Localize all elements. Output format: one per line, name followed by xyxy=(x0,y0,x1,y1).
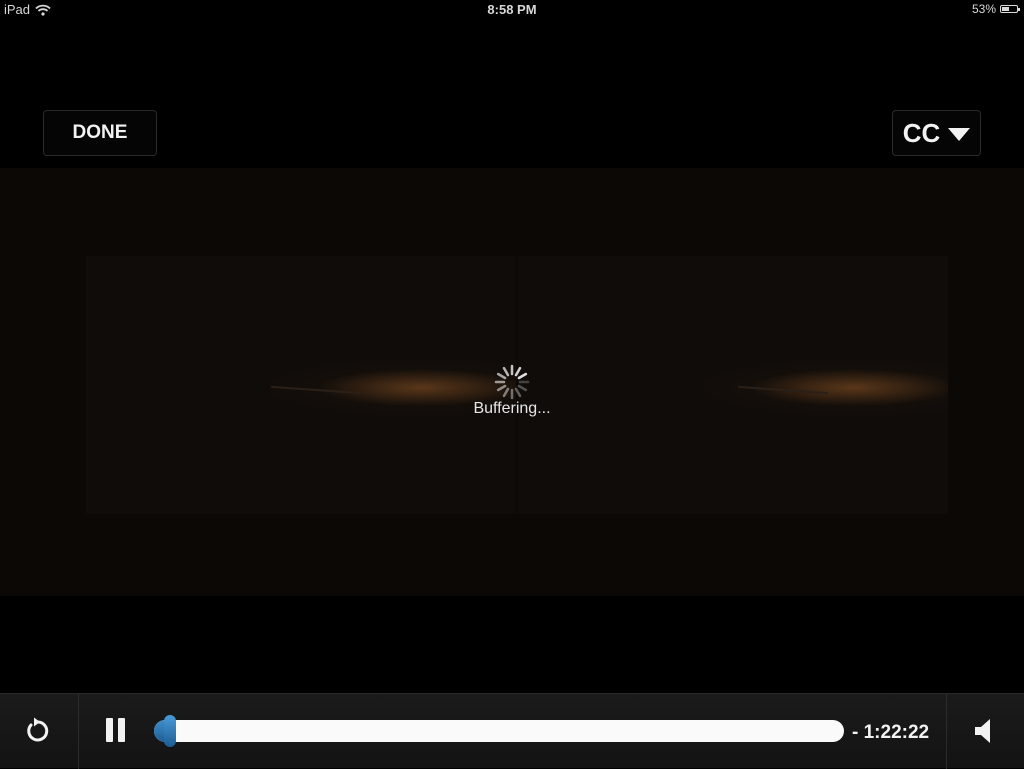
battery-level xyxy=(1002,7,1009,11)
video-panel-right xyxy=(518,256,948,514)
battery-percent: 53% xyxy=(971,2,996,16)
volume-icon[interactable] xyxy=(970,714,1000,748)
video-panel-left xyxy=(86,256,516,514)
done-button[interactable]: DONE xyxy=(43,110,157,156)
status-bar: iPad 8:58 PM 53% xyxy=(0,0,1024,20)
done-label: DONE xyxy=(72,122,128,143)
pause-icon xyxy=(106,718,113,742)
video-detail xyxy=(271,385,361,395)
status-right: 53% xyxy=(971,2,1020,16)
chevron-down-icon xyxy=(948,128,971,141)
scrubber-thumb[interactable] xyxy=(164,715,176,747)
divider xyxy=(78,694,79,769)
buffering-text: Buffering... xyxy=(473,400,551,417)
status-time: 8:58 PM xyxy=(487,2,537,17)
closed-captions-button[interactable]: CC xyxy=(892,110,981,156)
pause-icon xyxy=(118,718,125,742)
buffering-indicator: Buffering... xyxy=(462,364,562,418)
video-detail xyxy=(738,385,828,395)
time-remaining: - 1:22:22 xyxy=(852,722,930,743)
divider xyxy=(946,694,947,769)
scrubber-track[interactable] xyxy=(154,715,844,747)
replay-icon[interactable] xyxy=(22,716,52,746)
cc-label: CC xyxy=(902,117,941,148)
control-bar: - 1:22:22 xyxy=(0,693,1024,769)
spinner-icon xyxy=(494,364,530,400)
battery-icon xyxy=(1000,5,1020,13)
pause-button[interactable] xyxy=(106,718,128,744)
